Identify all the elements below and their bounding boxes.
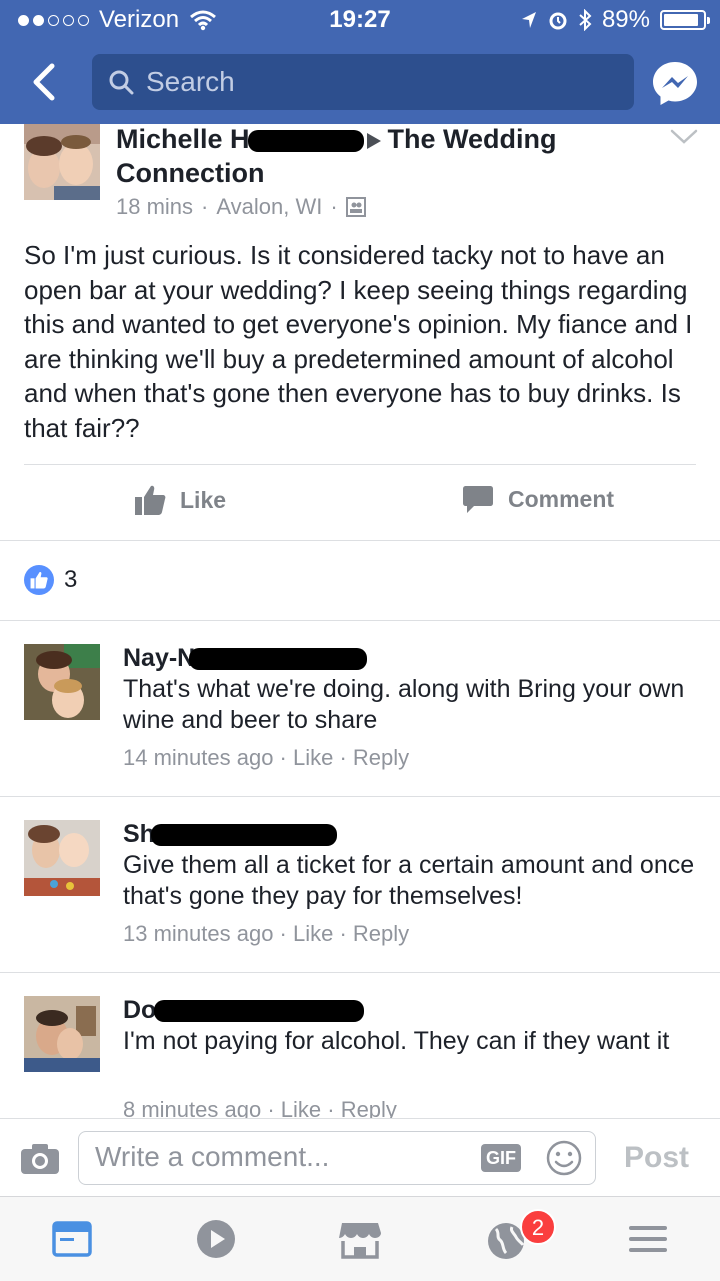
like-button[interactable]: Like — [134, 484, 226, 516]
group-privacy-icon — [345, 197, 366, 217]
location-arrow-icon — [521, 12, 536, 28]
like-label: Like — [180, 486, 227, 513]
chevron-down-icon[interactable] — [670, 128, 698, 146]
divider — [0, 540, 720, 541]
post-body: So I'm just curious. Is it considered ta… — [24, 240, 693, 443]
comment-time: 14 minutes ago — [123, 745, 274, 770]
comment-like-link[interactable]: Like — [293, 921, 333, 946]
comment-avatar[interactable] — [24, 996, 100, 1072]
redaction-mark — [189, 647, 368, 670]
reaction-count: 3 — [64, 566, 78, 593]
camera-icon[interactable] — [20, 1143, 60, 1175]
post-actions: Like Comment — [0, 466, 720, 540]
video-play-icon[interactable] — [192, 1215, 240, 1263]
comment-meta: 14 minutes ago · Like · Reply — [123, 745, 410, 770]
comment-author[interactable]: Nay-N — [123, 644, 368, 673]
post-author-line: Michelle H The Wedding Connection — [116, 122, 676, 190]
comment-bubble-icon — [463, 486, 493, 513]
redaction-mark — [247, 129, 364, 152]
sticker-smiley-icon[interactable] — [545, 1139, 583, 1177]
back-arrow-icon[interactable] — [26, 62, 66, 102]
comment-author[interactable]: Do — [123, 996, 365, 1025]
notifications-badge: 2 — [520, 1209, 556, 1245]
redaction-mark — [154, 999, 365, 1022]
comment-like-link[interactable]: Like — [293, 745, 333, 770]
comment-time: 13 minutes ago — [123, 921, 274, 946]
post-meta: 18 mins · Avalon, WI · — [116, 194, 366, 220]
divider — [0, 972, 720, 973]
status-bar: Verizon 19:27 89% — [0, 0, 720, 40]
comment-reply-link[interactable]: Reply — [353, 921, 409, 946]
gif-button[interactable]: GIF — [481, 1144, 521, 1172]
comment-avatar[interactable] — [24, 644, 100, 720]
redaction-mark — [150, 823, 337, 846]
post-time[interactable]: 18 mins — [116, 194, 193, 220]
news-feed-icon[interactable] — [48, 1215, 96, 1263]
comment-composer: GIF Post — [0, 1118, 720, 1197]
search-bar[interactable] — [92, 54, 634, 110]
comment-label: Comment — [508, 485, 615, 512]
post-location[interactable]: Avalon, WI — [216, 194, 322, 220]
caret-right-icon — [366, 132, 381, 149]
like-reaction-icon — [24, 565, 54, 595]
post-button[interactable]: Post — [624, 1141, 689, 1175]
author-name[interactable]: Michelle H — [116, 124, 250, 154]
search-input[interactable] — [144, 65, 628, 99]
search-icon — [109, 70, 134, 95]
divider — [0, 796, 720, 797]
author-avatar[interactable] — [24, 124, 100, 200]
comment-reply-link[interactable]: Reply — [353, 745, 409, 770]
menu-hamburger-icon[interactable] — [624, 1215, 672, 1263]
tab-bar: 2 — [0, 1196, 720, 1281]
reaction-summary[interactable]: 3 — [24, 565, 77, 595]
thumbs-up-icon — [135, 485, 166, 515]
comment-meta: 13 minutes ago · Like · Reply — [123, 921, 410, 946]
top-bar: Verizon 19:27 89% — [0, 0, 720, 124]
divider — [24, 464, 696, 465]
battery-icon — [660, 10, 710, 30]
marketplace-icon[interactable] — [336, 1215, 384, 1263]
comment-avatar[interactable] — [24, 820, 100, 896]
comment-text: I'm not paying for alcohol. They can if … — [123, 1027, 670, 1055]
comment-button[interactable]: Comment — [462, 484, 614, 514]
comment-input[interactable] — [93, 1140, 457, 1174]
comment-box[interactable]: GIF — [78, 1131, 596, 1185]
bluetooth-icon — [579, 9, 592, 31]
battery-percent: 89% — [601, 6, 650, 33]
comment-author[interactable]: Sh — [123, 820, 337, 849]
divider — [0, 620, 720, 621]
comment-text: That's what we're doing. along with Brin… — [123, 675, 685, 734]
messenger-icon[interactable] — [652, 60, 698, 106]
alarm-icon — [549, 12, 567, 30]
comment-text: Give them all a ticket for a certain amo… — [123, 851, 695, 910]
